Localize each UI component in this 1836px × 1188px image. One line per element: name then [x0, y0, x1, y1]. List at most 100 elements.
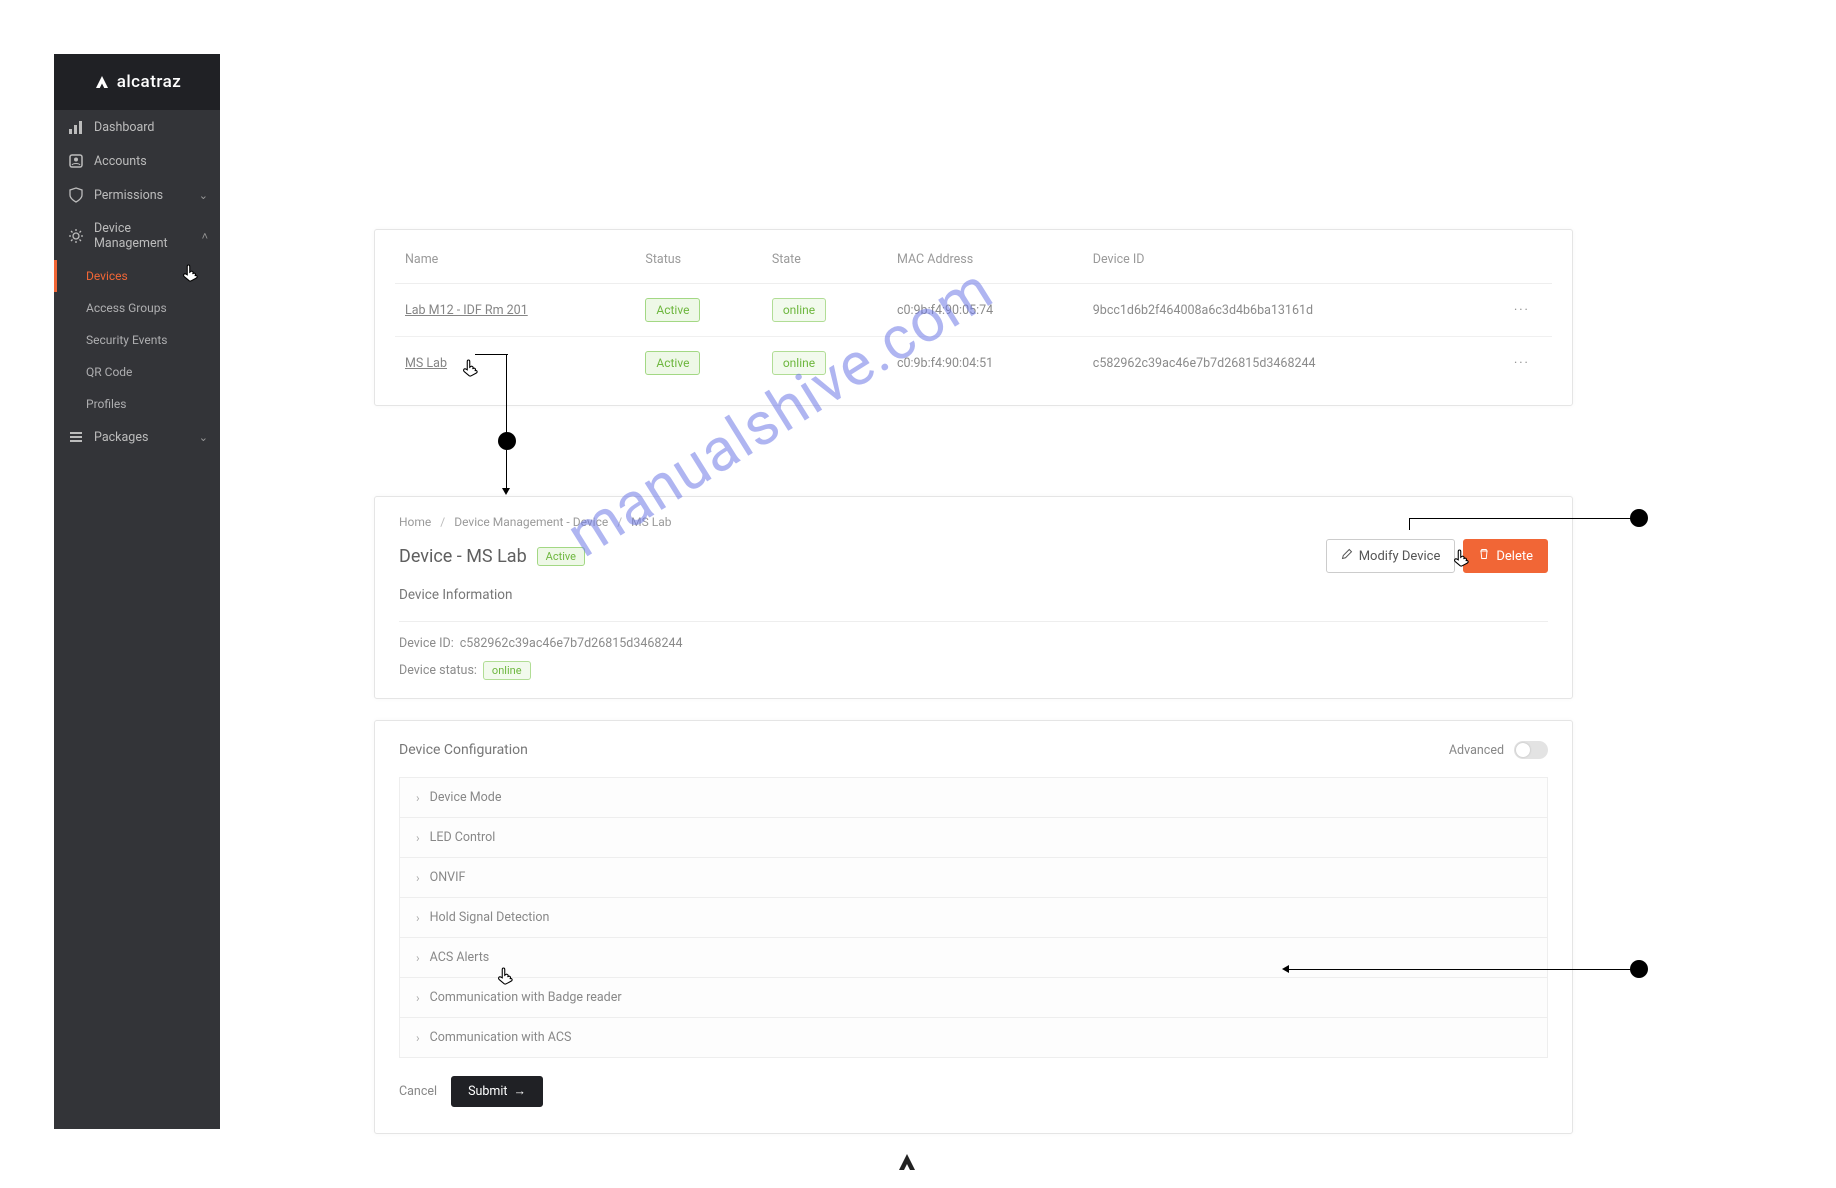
button-label: Modify Device: [1359, 549, 1441, 564]
col-mac: MAC Address: [887, 252, 1083, 284]
pencil-icon: [1341, 548, 1353, 564]
sidebar-item-dashboard[interactable]: Dashboard: [54, 110, 220, 144]
col-deviceid: Device ID: [1083, 252, 1492, 284]
breadcrumb-home[interactable]: Home: [399, 515, 431, 529]
device-id-label: Device ID:: [399, 636, 454, 651]
cancel-button[interactable]: Cancel: [399, 1084, 437, 1099]
status-badge: Active: [645, 351, 700, 375]
accordion-label: Communication with ACS: [430, 1030, 572, 1045]
cursor-hand-icon: [181, 263, 201, 287]
sidebar: alcatraz Dashboard Accounts Permissions …: [54, 54, 220, 1129]
accordion-led-control[interactable]: › LED Control: [400, 818, 1547, 858]
device-link[interactable]: MS Lab: [405, 356, 447, 371]
sidebar-sub-access-groups[interactable]: Access Groups: [54, 292, 220, 324]
advanced-toggle[interactable]: [1514, 741, 1548, 759]
callout-arrow: [1282, 965, 1289, 973]
status-badge: Active: [645, 298, 700, 322]
breadcrumb: Home / Device Management - Device / MS L…: [399, 515, 1548, 529]
cell-mac: c0:9b:f4:90:05:74: [887, 284, 1083, 337]
chevron-up-icon: ˄: [202, 230, 208, 243]
col-status: Status: [635, 252, 761, 284]
packages-icon: [68, 429, 84, 445]
cell-mac: c0:9b:f4:90:04:51: [887, 337, 1083, 390]
modify-device-button[interactable]: Modify Device: [1326, 539, 1456, 573]
sidebar-sub-security-events[interactable]: Security Events: [54, 324, 220, 356]
accordion-acs-alerts[interactable]: › ACS Alerts: [400, 938, 1547, 978]
chevron-right-icon: ›: [416, 991, 420, 1005]
sidebar-item-label: Permissions: [94, 188, 163, 203]
delete-button[interactable]: Delete: [1463, 539, 1548, 573]
footer-logo-icon: [895, 1150, 919, 1174]
callout-dot: [498, 432, 516, 450]
sidebar-item-permissions[interactable]: Permissions ⌄: [54, 178, 220, 212]
row-menu-button[interactable]: ···: [1492, 337, 1552, 390]
accounts-icon: [68, 153, 84, 169]
title-status-badge: Active: [537, 547, 585, 566]
sidebar-item-device-management[interactable]: Device Management ˄: [54, 212, 220, 260]
chevron-right-icon: ›: [416, 831, 420, 845]
callout-dot: [1630, 960, 1648, 978]
chevron-right-icon: ›: [416, 871, 420, 885]
button-label: Delete: [1496, 549, 1533, 564]
advanced-label: Advanced: [1449, 743, 1504, 758]
callout-line: [506, 450, 507, 490]
submit-button[interactable]: Submit →: [451, 1076, 543, 1107]
chevron-right-icon: ›: [416, 951, 420, 965]
devices-table-panel: Name Status State MAC Address Device ID …: [374, 229, 1573, 406]
sidebar-item-label: Profiles: [86, 397, 127, 411]
callout-arrow: [502, 488, 510, 495]
accordion-device-mode[interactable]: › Device Mode: [400, 778, 1547, 818]
brand-logo-icon: [93, 73, 111, 91]
state-badge: online: [772, 298, 826, 322]
chevron-right-icon: ›: [416, 1031, 420, 1045]
col-state: State: [762, 252, 887, 284]
accordion-hold-signal[interactable]: › Hold Signal Detection: [400, 898, 1547, 938]
dashboard-icon: [68, 119, 84, 135]
accordion-label: Device Mode: [430, 790, 502, 805]
brand-logo: alcatraz: [54, 54, 220, 110]
chevron-down-icon: ⌄: [199, 189, 208, 202]
callout-line: [506, 354, 507, 434]
sidebar-sub-profiles[interactable]: Profiles: [54, 388, 220, 420]
config-title: Device Configuration: [399, 742, 528, 758]
devices-table: Name Status State MAC Address Device ID …: [395, 252, 1552, 389]
cursor-hand-icon: [496, 966, 516, 990]
sidebar-item-label: Access Groups: [86, 301, 167, 315]
sidebar-item-label: Devices: [86, 269, 128, 283]
row-menu-button[interactable]: ···: [1492, 284, 1552, 337]
sidebar-item-label: Device Management: [94, 221, 192, 251]
device-status-value: online: [483, 661, 531, 680]
device-config-panel: Device Configuration Advanced › Device M…: [374, 720, 1573, 1134]
callout-dot: [1630, 509, 1648, 527]
callout-line: [1409, 518, 1410, 530]
arrow-right-icon: →: [514, 1084, 527, 1099]
accordion-label: Communication with Badge reader: [430, 990, 622, 1005]
sidebar-item-label: Security Events: [86, 333, 167, 347]
col-name: Name: [395, 252, 635, 284]
sidebar-sub-qr-code[interactable]: QR Code: [54, 356, 220, 388]
sidebar-item-accounts[interactable]: Accounts: [54, 144, 220, 178]
trash-icon: [1478, 548, 1490, 564]
cursor-hand-icon: [1452, 548, 1472, 572]
chevron-right-icon: ›: [416, 791, 420, 805]
chevron-right-icon: ›: [416, 911, 420, 925]
device-link[interactable]: Lab M12 - IDF Rm 201: [405, 303, 528, 318]
chevron-down-icon: ⌄: [199, 431, 208, 444]
sidebar-item-label: Packages: [94, 430, 148, 445]
accordion-label: Hold Signal Detection: [430, 910, 550, 925]
accordion-comm-acs[interactable]: › Communication with ACS: [400, 1018, 1547, 1057]
device-id-value: c582962c39ac46e7b7d26815d3468244: [460, 636, 683, 651]
accordion-onvif[interactable]: › ONVIF: [400, 858, 1547, 898]
accordion-comm-badge[interactable]: › Communication with Badge reader: [400, 978, 1547, 1018]
sidebar-item-label: QR Code: [86, 365, 132, 379]
config-accordion: › Device Mode › LED Control › ONVIF › Ho…: [399, 777, 1548, 1058]
sidebar-item-label: Dashboard: [94, 120, 154, 135]
callout-line: [475, 354, 508, 355]
device-detail-panel: Home / Device Management - Device / MS L…: [374, 496, 1573, 699]
sidebar-item-label: Accounts: [94, 154, 147, 169]
breadcrumb-leaf: MS Lab: [631, 515, 671, 529]
table-row: MS Lab Active online c0:9b:f4:90:04:51 c…: [395, 337, 1552, 390]
sidebar-item-packages[interactable]: Packages ⌄: [54, 420, 220, 454]
breadcrumb-mid[interactable]: Device Management - Device: [454, 515, 608, 529]
accordion-label: ONVIF: [430, 870, 466, 885]
